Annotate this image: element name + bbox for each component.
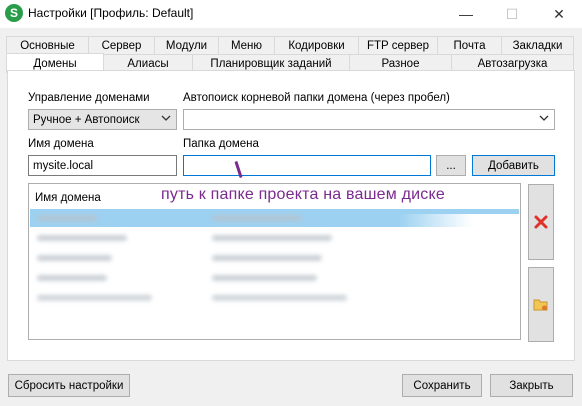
window-title: Настройки [Профиль: Default] [28,6,194,20]
tab-modules[interactable]: Модули [154,36,219,54]
add-domain-button[interactable]: Добавить [472,155,555,176]
domain-folder-label: Папка домена [183,138,259,150]
close-button[interactable]: Закрыть [490,374,573,397]
title-bar: S Настройки [Профиль: Default] — ☐ ✕ [0,0,582,28]
autosearch-select[interactable] [183,109,555,130]
domain-management-label: Управление доменами [28,92,150,104]
tab-bookmarks[interactable]: Закладки [501,36,574,54]
reset-settings-button[interactable]: Сбросить настройки [8,374,130,397]
domain-management-select[interactable]: Ручное + Автопоиск [28,109,177,130]
column-header-domain: Имя домена [35,192,101,204]
domain-folder-input[interactable] [183,155,431,176]
domain-management-value: Ручное + Автопоиск [33,113,140,126]
domain-name-label: Имя домена [28,138,94,150]
autosearch-label: Автопоиск корневой папки домена (через п… [183,92,450,104]
domain-name-input[interactable]: mysite.local [28,155,177,176]
tab-server[interactable]: Сервер [88,36,155,54]
open-folder-button[interactable] [528,267,554,342]
browse-folder-button[interactable]: ... [436,155,466,176]
tab-osnovnye[interactable]: Основные [6,36,89,54]
chevron-down-icon [161,115,171,121]
chevron-down-icon [539,115,549,121]
minimize-button[interactable]: — [443,0,489,28]
folder-icon [533,299,548,310]
domain-list[interactable]: Имя домена [28,183,521,340]
delete-x-icon [534,215,548,229]
tab-encodings[interactable]: Кодировки [274,36,359,54]
settings-window: S Настройки [Профиль: Default] — ☐ ✕ Осн… [0,0,582,406]
save-button[interactable]: Сохранить [402,374,482,397]
close-window-button[interactable]: ✕ [536,0,582,28]
annotation-text: путь к папке проекта на вашем диске [161,186,445,203]
tab-ftp-server[interactable]: FTP сервер [358,36,438,54]
app-logo-icon: S [5,4,23,22]
maximize-button[interactable]: ☐ [489,0,535,28]
tab-menu[interactable]: Меню [218,36,275,54]
tab-row-1: Основные Сервер Модули Меню Кодировки FT… [6,36,574,54]
tab-mail[interactable]: Почта [437,36,502,54]
delete-domain-button[interactable] [528,184,554,260]
